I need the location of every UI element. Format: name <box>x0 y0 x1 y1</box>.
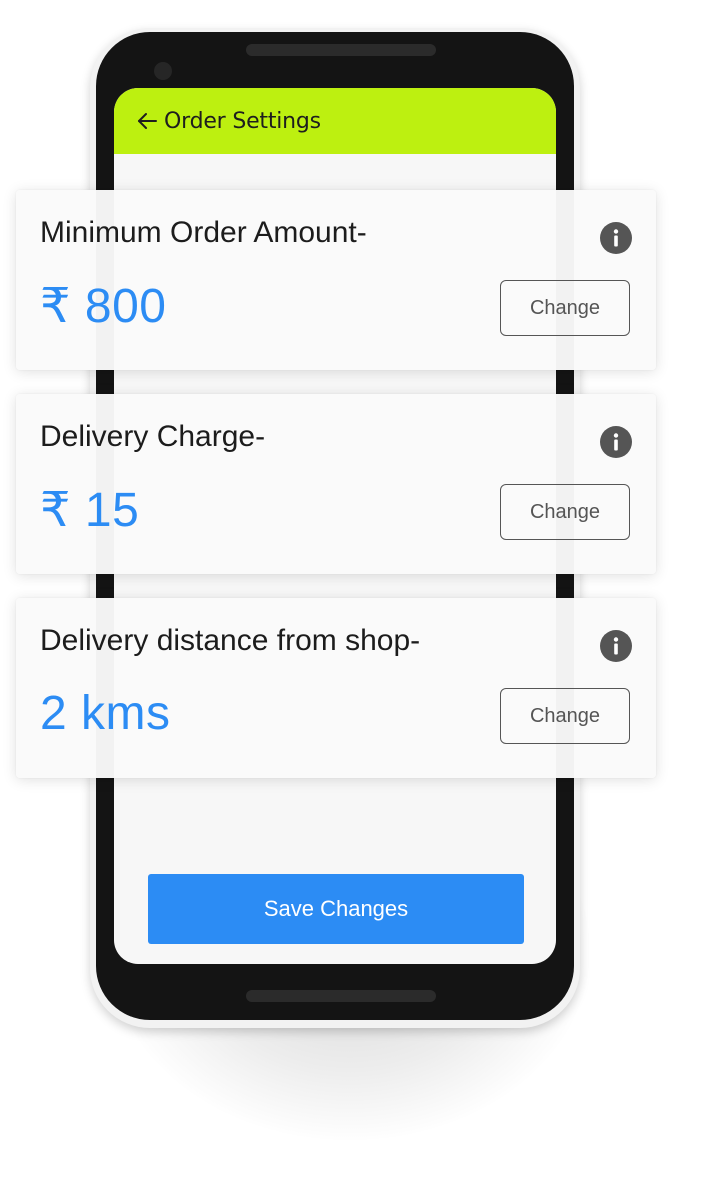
front-camera <box>154 62 172 80</box>
change-button[interactable]: Change <box>500 280 630 336</box>
setting-value: ₹ 800 <box>40 280 167 333</box>
setting-value: ₹ 15 <box>40 484 140 537</box>
setting-card-minimum-order: Minimum Order Amount- ₹ 800 Change <box>16 190 656 370</box>
app-bar: Order Settings <box>114 88 556 154</box>
page-title: Order Settings <box>164 108 321 134</box>
setting-value: 2 kms <box>40 687 171 740</box>
setting-card-delivery-charge: Delivery Charge- ₹ 15 Change <box>16 394 656 574</box>
bottom-speaker <box>246 990 436 1002</box>
setting-card-delivery-distance: Delivery distance from shop- 2 kms Chang… <box>16 598 656 778</box>
top-speaker <box>246 44 436 56</box>
save-changes-button[interactable]: Save Changes <box>148 874 524 944</box>
setting-label: Minimum Order Amount- <box>40 216 367 249</box>
setting-label: Delivery distance from shop- <box>40 624 421 657</box>
info-icon[interactable] <box>600 426 632 458</box>
info-icon[interactable] <box>600 222 632 254</box>
info-icon[interactable] <box>600 630 632 662</box>
stage: Order Settings Save Changes Minimum Orde… <box>0 0 702 1199</box>
change-button[interactable]: Change <box>500 484 630 540</box>
arrow-left-icon[interactable] <box>136 110 158 132</box>
setting-label: Delivery Charge- <box>40 420 266 453</box>
change-button[interactable]: Change <box>500 688 630 744</box>
